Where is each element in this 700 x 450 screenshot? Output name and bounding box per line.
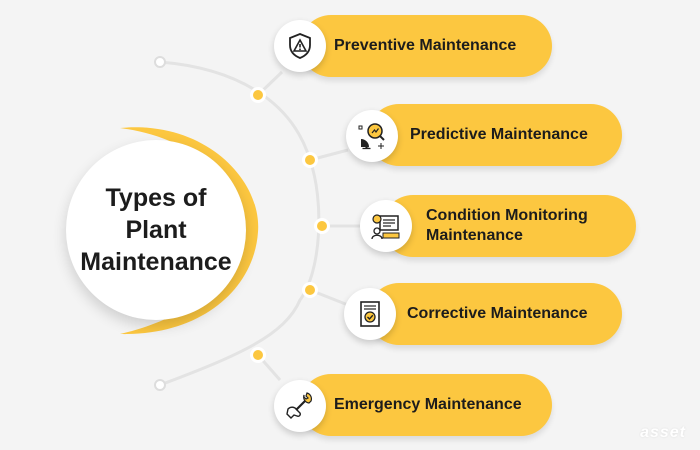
item-label: Preventive Maintenance (334, 37, 517, 54)
item-label: Condition Monitoring Maintenance (426, 207, 588, 244)
item-label: Emergency Maintenance (334, 396, 522, 413)
shield-warning-icon (274, 20, 326, 72)
monitoring-dashboard-icon (360, 200, 412, 252)
item-corrective-maintenance: Corrective Maintenance (368, 283, 622, 345)
title-circle: Types of Plant Maintenance (66, 140, 246, 320)
item-label: Corrective Maintenance (407, 305, 588, 322)
item-preventive-maintenance: Preventive Maintenance (300, 15, 552, 77)
item-predictive-maintenance: Predictive Maintenance (368, 104, 622, 166)
arc-endpoint-bottom (154, 379, 166, 391)
title-line-1: Types of (105, 184, 207, 212)
item-emergency-maintenance: Emergency Maintenance (300, 374, 552, 436)
diagram-title: Types of Plant Maintenance (71, 182, 241, 278)
item-label: Predictive Maintenance (410, 126, 588, 143)
arc-endpoint-top (154, 56, 166, 68)
analytics-magnifier-icon (346, 110, 398, 162)
diagram-stage: Types of Plant Maintenance Preventive Ma… (0, 0, 700, 450)
item-condition-monitoring-maintenance: Condition Monitoring Maintenance (382, 195, 636, 257)
title-line-3: Maintenance (80, 248, 232, 276)
brand-watermark: asset (640, 424, 686, 441)
title-line-2: Plant (125, 216, 187, 244)
wrench-hand-icon (274, 380, 326, 432)
checklist-document-icon (344, 288, 396, 340)
